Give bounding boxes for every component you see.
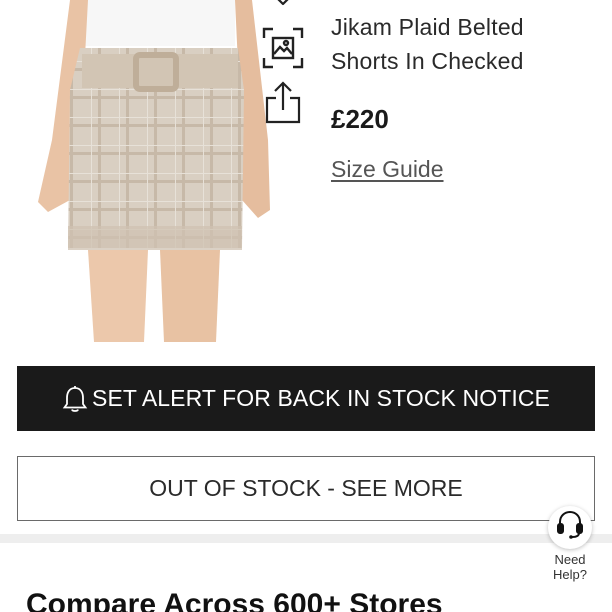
help-bubble[interactable] xyxy=(548,506,592,549)
size-guide-link[interactable]: Size Guide xyxy=(331,156,444,183)
back-in-stock-alert-button[interactable]: SET ALERT FOR BACK IN STOCK NOTICE xyxy=(17,366,595,431)
product-price: £220 xyxy=(331,104,389,134)
share-icon[interactable] xyxy=(262,80,304,124)
out-of-stock-label: OUT OF STOCK - SEE MORE xyxy=(149,475,463,501)
heart-icon[interactable] xyxy=(263,0,303,14)
product-photo xyxy=(38,0,270,342)
bell-icon xyxy=(62,385,88,413)
help-label: Need Help? xyxy=(553,552,587,582)
alert-button-label: SET ALERT FOR BACK IN STOCK NOTICE xyxy=(92,385,550,411)
headset-icon xyxy=(555,509,585,546)
product-name-line-1: Jikam Plaid Belted xyxy=(331,14,524,40)
help-label-line-1: Need xyxy=(554,552,586,567)
product-name-line-2: Shorts In Checked xyxy=(331,48,524,74)
help-label-line-2: Help? xyxy=(553,567,587,582)
need-help-widget[interactable]: Need Help? xyxy=(540,506,600,582)
section-divider xyxy=(0,534,612,543)
product-image[interactable] xyxy=(30,0,275,342)
out-of-stock-see-more-button[interactable]: OUT OF STOCK - SEE MORE xyxy=(17,456,595,521)
product-name: Jikam Plaid Belted Shorts In Checked xyxy=(331,10,601,78)
compare-stores-heading: Compare Across 600+ Stores xyxy=(26,588,443,612)
image-search-icon[interactable] xyxy=(261,26,305,70)
